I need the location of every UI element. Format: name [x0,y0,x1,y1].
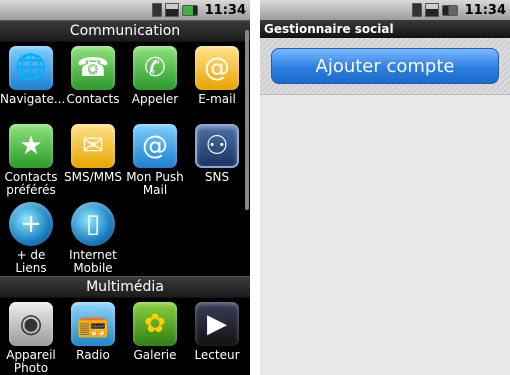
sim-icon [411,3,422,17]
status-time: 11:34 [464,2,506,18]
screen-divider [250,0,260,375]
app-label: E-mail [198,92,236,106]
globe-plus-icon: + [9,202,53,246]
social-manager-screen: 11:34 Gestionnaire social Ajouter compte [260,0,510,375]
app-label: SNS [204,170,230,184]
film-icon: ▶ [195,302,239,346]
sim-icon [151,3,162,17]
app-label: Radio [76,348,110,362]
app-appeler[interactable]: ✆ Appeler [124,42,186,120]
section-header-multimedia: Multimédia [0,276,250,298]
page-title: Gestionnaire social [260,20,510,38]
app-radio[interactable]: 📻 Radio [62,298,124,375]
app-email[interactable]: @ E-mail [186,42,248,120]
scrollbar[interactable] [245,30,249,210]
app-mon-push-mail[interactable]: @ Mon Push Mail [124,120,186,198]
app-contacts[interactable]: ☎ Contacts [62,42,124,120]
signal-icon [164,3,179,17]
battery-icon [441,4,458,16]
app-label: Galerie [133,348,177,362]
phone-card-icon: ☎ [71,46,115,90]
app-navigateur[interactable]: 🌐 Navigate... [0,42,66,120]
app-label: SMS/MMS [64,170,122,184]
phone-dial-icon: ✆ [133,46,177,90]
globe-icon: 🌐 [9,46,53,90]
people-icon: ⚇ [195,124,239,168]
radio-icon: 📻 [71,302,115,346]
app-label: Lecteur [194,348,240,362]
app-galerie[interactable]: ✿ Galerie [124,298,186,375]
app-appareil-photo[interactable]: ◉ Appareil Photo [0,298,62,375]
app-label: Navigate... [0,92,66,106]
app-internet-mobile[interactable]: ▯ Internet Mobile [62,198,124,276]
app-label: Appeler [131,92,179,106]
app-label: Internet Mobile [69,248,117,275]
add-account-button[interactable]: Ajouter compte [271,48,499,84]
battery-icon [181,4,198,16]
app-drawer-screen: 11:34 Communication 🌐 Navigate... ☎ Cont… [0,0,250,375]
section-header-communication: Communication [0,20,250,42]
app-label: Appareil Photo [6,348,56,375]
communication-grid: 🌐 Navigate... ☎ Contacts ✆ Appeler @ E-m… [0,42,250,276]
star-contact-icon: ★ [9,124,53,168]
app-label: Contacts [66,92,120,106]
app-label: Contacts préférés [4,170,58,197]
flower-icon: ✿ [133,302,177,346]
at-sign-icon: @ [195,46,239,90]
app-lecteur[interactable]: ▶ Lecteur [186,298,248,375]
app-contacts-preferes[interactable]: ★ Contacts préférés [0,120,62,198]
push-mail-icon: @ [133,124,177,168]
multimedia-grid: ◉ Appareil Photo 📻 Radio ✿ Galerie ▶ Lec… [0,298,250,375]
app-label: Mon Push Mail [126,170,184,197]
app-sns[interactable]: ⚇ SNS [186,120,248,198]
camera-icon: ◉ [9,302,53,346]
app-label: + de Liens [15,248,47,275]
status-bar: 11:34 [0,0,250,20]
status-bar: 11:34 [260,0,510,20]
status-time: 11:34 [204,2,246,18]
button-bar: Ajouter compte [260,38,510,95]
app-sms-mms[interactable]: ✉ SMS/MMS [62,120,124,198]
signal-icon [424,3,439,17]
envelope-icon: ✉ [71,124,115,168]
globe-mobile-icon: ▯ [71,202,115,246]
app-plus-de-liens[interactable]: + + de Liens [0,198,62,276]
